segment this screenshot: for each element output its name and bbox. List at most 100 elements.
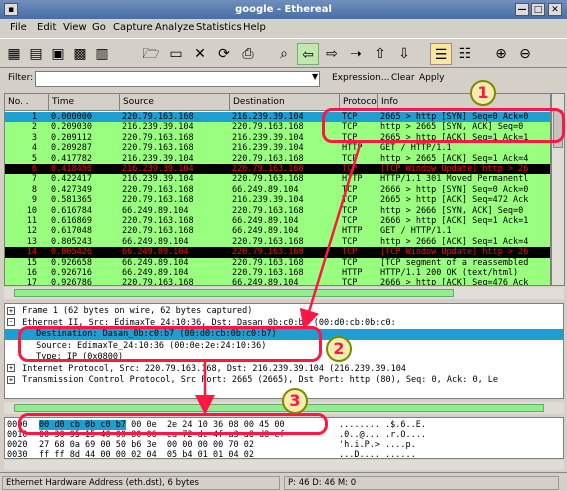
- bytes-ascii[interactable]: ........ .$.6..E.: [339, 420, 426, 430]
- column-info[interactable]: Info: [378, 94, 550, 111]
- clear-button[interactable]: Clear: [391, 73, 415, 83]
- detail-row[interactable]: Source: EdimaxTe_24:10:36 (00:0e:2e:24:1…: [5, 340, 563, 352]
- close-file-icon[interactable]: ✕: [189, 43, 211, 65]
- detail-row[interactable]: + Transmission Control Protocol, Src Por…: [5, 375, 563, 386]
- packet-row[interactable]: 3 0.209112 220.79.163.168 216.239.39.104 TCP…: [5, 132, 550, 144]
- detail-row[interactable]: Destination: Dasan_0b:c0:b7 (00:d0:cb:0b…: [5, 329, 563, 340]
- packet-row[interactable]: 17 0.926786 220.79.163.168 66.249.89.104 TCP…: [5, 278, 550, 286]
- detail-text: Frame 1 (62 bytes on wire, 62 bytes capt…: [17, 306, 253, 316]
- column-protocol[interactable]: Protocol: [340, 94, 378, 111]
- bytes-ascii[interactable]: 'h.i.P.> ....p.: [339, 440, 416, 450]
- menu-help[interactable]: Help: [243, 22, 266, 33]
- detail-row[interactable]: Type: IP (0x0800): [5, 352, 563, 363]
- packet-row[interactable]: 6 0.418450 216.239.39.104 220.79.163.168 TCP…: [5, 164, 550, 175]
- menu-statistics[interactable]: Statistics: [196, 22, 242, 33]
- zoom-out-icon[interactable]: ⊖: [514, 43, 536, 65]
- menu-go[interactable]: Go: [92, 22, 106, 33]
- minimize-button[interactable]: —: [515, 3, 529, 16]
- packet-cell-proto: TCP: [342, 132, 358, 143]
- print-icon[interactable]: ⎙: [237, 43, 259, 65]
- zoom-in-icon[interactable]: ⊕: [490, 43, 512, 65]
- back-icon[interactable]: ⇦: [297, 43, 319, 65]
- packet-row[interactable]: 11 0.616869 220.79.163.168 66.249.89.104 TCP…: [5, 216, 550, 227]
- detail-row[interactable]: + Internet Protocol, Src: 220.79.163.168…: [5, 364, 563, 375]
- first-icon[interactable]: ⇧: [369, 43, 391, 65]
- packet-row[interactable]: 8 0.427349 220.79.163.168 66.249.89.104 TCP 2…: [5, 184, 550, 196]
- column-source[interactable]: Source: [120, 94, 230, 111]
- packet-list-scrollbar[interactable]: [551, 93, 565, 286]
- maximize-button[interactable]: □: [531, 3, 545, 16]
- menu-file[interactable]: File: [10, 22, 27, 33]
- menu-view[interactable]: View: [63, 22, 87, 33]
- window-menu-icon[interactable]: ▪: [4, 3, 18, 16]
- restart-icon[interactable]: ▥: [91, 43, 113, 65]
- tree-expander-icon[interactable]: +: [7, 375, 15, 384]
- bytes-hex[interactable]: 00 30 95 15 40 00 80 06 ea 72 dc 4f a3 a…: [39, 430, 285, 440]
- packet-cell-info: 2666 > http [ACK] Seq=476 Ack: [380, 278, 529, 286]
- menu-capture[interactable]: Capture: [113, 22, 153, 33]
- packet-cell-src: 216.239.39.104: [122, 153, 194, 164]
- menu-edit[interactable]: Edit: [37, 22, 56, 33]
- packet-row[interactable]: 13 0.805243 66.249.89.104 220.79.163.168 TCP…: [5, 236, 550, 248]
- bytes-ascii[interactable]: .0..@... .r.O....: [339, 430, 426, 440]
- packet-list-hscroll[interactable]: [4, 287, 564, 299]
- close-button[interactable]: ✕: [548, 3, 562, 16]
- interfaces-icon[interactable]: ▦: [3, 43, 25, 65]
- autoscroll-icon[interactable]: ☷: [454, 43, 476, 65]
- packet-row[interactable]: 14 0.805426 66.249.89.104 220.79.163.168 TCP…: [5, 247, 550, 258]
- expression-button[interactable]: Expression...: [332, 73, 389, 83]
- last-icon[interactable]: ⇩: [393, 43, 415, 65]
- detail-text: Source: EdimaxTe_24:10:36 (00:0e:2e:24:1…: [31, 340, 267, 351]
- packet-cell-no: 15: [26, 257, 37, 268]
- stop-icon[interactable]: ▩: [69, 43, 91, 65]
- filter-input[interactable]: [35, 71, 320, 87]
- packet-cell-time: 0.000000: [51, 112, 92, 122]
- goto-icon[interactable]: ➝: [345, 43, 367, 65]
- find-icon[interactable]: ⌕: [273, 43, 295, 65]
- column-time[interactable]: Time: [49, 94, 120, 111]
- packet-row[interactable]: 1 0.000000 220.79.163.168 216.239.39.104 TCP…: [5, 112, 550, 123]
- packet-cell-dst: 220.79.163.168: [232, 205, 304, 216]
- tree-expander-icon[interactable]: +: [7, 364, 15, 372]
- capture-options-icon[interactable]: ▤: [25, 43, 47, 65]
- packet-cell-info: http > 2665 [ACK] Seq=1 Ack=4: [380, 153, 529, 164]
- packet-row[interactable]: 7 0.422417 216.239.39.104 220.79.163.168 HTT…: [5, 174, 550, 185]
- bytes-hex[interactable]: 27 68 0a 69 00 50 b6 3e 00 00 00 00 70 0…: [39, 440, 254, 450]
- tree-expander-icon[interactable]: +: [7, 306, 15, 315]
- bytes-hex[interactable]: 00 d0 cb 0b c0 b7 00 0e 2e 24 10 36 08 0…: [39, 420, 285, 430]
- tree-expander-icon[interactable]: -: [7, 318, 15, 326]
- colorize-icon[interactable]: ☰: [430, 43, 452, 65]
- column-destination[interactable]: Destination: [230, 94, 340, 111]
- reload-icon[interactable]: ⟳: [213, 43, 235, 65]
- packet-row[interactable]: 15 0.926658 66.249.89.104 220.79.163.168 TCP…: [5, 257, 550, 269]
- detail-row[interactable]: - Ethernet II, Src: EdimaxTe_24:10:36, D…: [5, 318, 563, 329]
- packet-row[interactable]: 10 0.616784 66.249.89.104 220.79.163.168 TCP…: [5, 205, 550, 217]
- packet-cell-dst: 66.249.89.104: [232, 216, 299, 226]
- packet-row[interactable]: 16 0.926716 66.249.89.104 220.79.163.168 HTT…: [5, 268, 550, 279]
- packet-cell-no: 3: [31, 132, 37, 143]
- bytes-hex[interactable]: ff ff 8d 44 00 00 02 04 05 b4 01 01 04 0…: [39, 450, 254, 458]
- open-icon[interactable]: 🗁: [140, 43, 162, 65]
- packet-cell-info: GET / HTTP/1.1: [380, 226, 452, 237]
- packet-row[interactable]: 4 0.209287 220.79.163.168 216.239.39.104 HTT…: [5, 143, 550, 154]
- column-no[interactable]: No. .: [5, 94, 49, 111]
- detail-row[interactable]: + Frame 1 (62 bytes on wire, 62 bytes ca…: [5, 306, 563, 317]
- packet-row[interactable]: 9 0.581365 220.79.163.168 216.239.39.104 TCP…: [5, 195, 550, 206]
- bytes-hscroll[interactable]: [4, 460, 564, 470]
- apply-button[interactable]: Apply: [419, 73, 444, 83]
- detail-text: Destination: Dasan_0b:c0:b7 (00:d0:cb:0b…: [31, 329, 277, 339]
- packet-row[interactable]: 12 0.617048 220.79.163.168 66.249.89.104 HTT…: [5, 226, 550, 237]
- packet-row[interactable]: 2 0.209030 216.239.39.104 220.79.163.168 TCP…: [5, 122, 550, 133]
- packet-cell-time: 0.926716: [51, 268, 92, 278]
- menu-analyze[interactable]: Analyze: [155, 22, 194, 33]
- bytes-ascii[interactable]: ...D.... ......: [339, 450, 416, 458]
- packet-list-header: No. . Time Source Destination Protocol I…: [5, 94, 550, 111]
- forward-icon[interactable]: ⇨: [321, 43, 343, 65]
- start-icon[interactable]: ▣: [47, 43, 69, 65]
- packet-list: No. . Time Source Destination Protocol I…: [4, 93, 551, 286]
- packet-cell-src: 66.249.89.104: [122, 236, 189, 247]
- filter-dropdown-icon[interactable]: ▼: [312, 72, 318, 81]
- packet-row[interactable]: 5 0.417782 216.239.39.104 220.79.163.168 TCP…: [5, 153, 550, 165]
- save-icon[interactable]: ▭: [165, 43, 187, 65]
